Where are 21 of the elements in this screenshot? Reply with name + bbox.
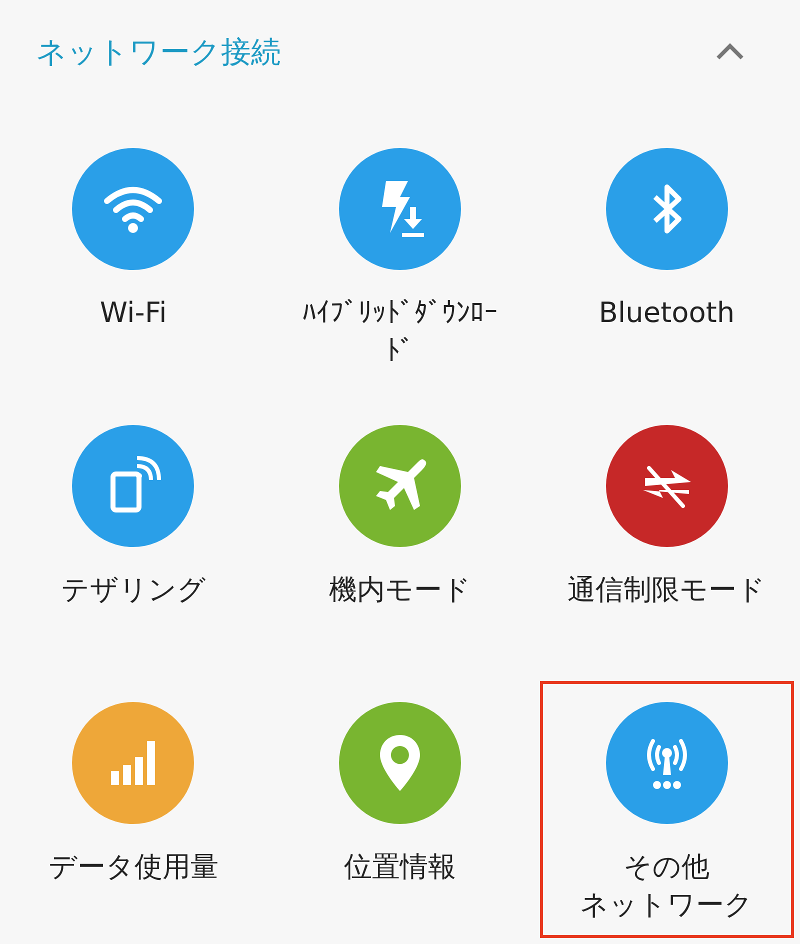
tile-button[interactable]: 通信制限モード	[542, 425, 791, 658]
tile-label: 通信制限モード	[568, 572, 766, 608]
tile-button[interactable]: Wi-Fi	[9, 148, 258, 381]
tile-label: 位置情報	[344, 849, 456, 885]
tile-label: 機内モード	[328, 572, 471, 608]
tile-button[interactable]: Bluetooth	[542, 148, 791, 381]
tile-label: その他	[624, 849, 710, 885]
tile-label: ネットワーク	[580, 887, 754, 923]
tile-button[interactable]: その他 ネットワーク	[542, 684, 791, 935]
tile-button[interactable]: 位置情報	[276, 702, 524, 935]
tile-label: データ使用量	[48, 849, 218, 885]
tile-button[interactable]: データ使用量	[9, 702, 258, 935]
section-title: ネットワーク接続	[36, 34, 281, 72]
tile-label: Wi-Fi	[100, 295, 167, 331]
tile-button[interactable]: ﾊｲﾌﾞﾘｯﾄﾞﾀﾞｳﾝﾛｰﾄﾞ	[276, 148, 524, 381]
tile-button[interactable]: テザリング	[9, 425, 258, 658]
tile-label: Bluetooth	[598, 295, 735, 331]
tile-button[interactable]: 機内モード	[276, 425, 524, 658]
chevron-icon	[714, 42, 746, 62]
tile-label: ﾊｲﾌﾞﾘｯﾄﾞﾀﾞｳﾝﾛｰﾄﾞ	[300, 295, 499, 369]
tile-label: テザリング	[60, 572, 206, 608]
